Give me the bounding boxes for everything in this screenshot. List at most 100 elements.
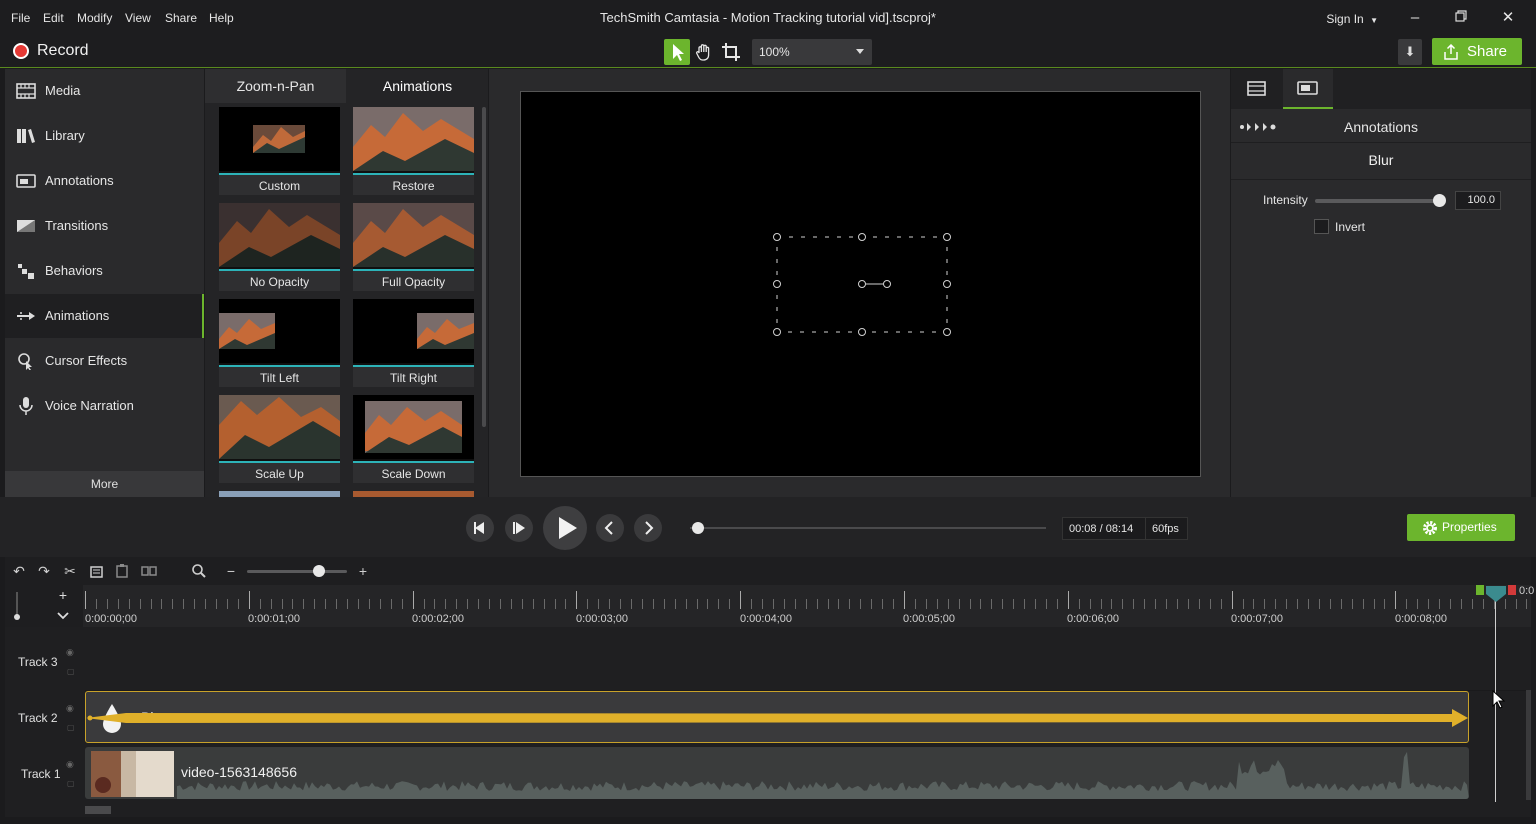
sidebar-item-transitions[interactable]: Transitions: [5, 204, 204, 248]
animation-arrow[interactable]: [86, 709, 1470, 727]
sign-in-label: Sign In: [1326, 12, 1364, 26]
split-button[interactable]: [140, 562, 158, 580]
blur-annotation-clip[interactable]: Blur: [85, 691, 1469, 743]
sidebar-item-annotations[interactable]: Annotations: [5, 159, 204, 203]
invert-checkbox[interactable]: [1314, 219, 1329, 234]
tab-animations[interactable]: Animations: [347, 69, 488, 103]
crop-tool-button[interactable]: [718, 39, 744, 65]
animation-thumb-restore[interactable]: Restore: [353, 107, 474, 195]
properties-button[interactable]: Properties: [1407, 514, 1515, 541]
pan-tool-button[interactable]: [691, 39, 717, 65]
sidebar-item-label: Library: [45, 128, 85, 143]
collapse-tracks-button[interactable]: [55, 607, 71, 623]
paste-button[interactable]: [114, 562, 132, 580]
track-header[interactable]: Track 3 ◉ ▢: [5, 627, 83, 691]
scrub-handle[interactable]: [692, 522, 704, 534]
next-marker-button[interactable]: [634, 514, 662, 542]
divider: [1145, 518, 1146, 539]
add-track-button[interactable]: +: [55, 587, 71, 603]
zoom-fit-button[interactable]: [190, 562, 208, 580]
timeline-zoom-slider[interactable]: [247, 570, 347, 573]
restore-button[interactable]: [1446, 8, 1476, 28]
zoom-out-button[interactable]: −: [222, 562, 240, 580]
intensity-slider[interactable]: [1315, 199, 1441, 203]
previous-marker-button[interactable]: [596, 514, 624, 542]
minimize-button[interactable]: –: [1400, 8, 1430, 28]
lock-icon[interactable]: ▢: [67, 779, 75, 788]
plus-icon: +: [358, 563, 368, 579]
step-back-button[interactable]: [466, 514, 494, 542]
time-display: 00:08 / 08:14 60fps: [1062, 517, 1188, 540]
sidebar-item-library[interactable]: Library: [5, 114, 204, 158]
crop-icon: [722, 43, 740, 61]
download-icon: ⬇: [1404, 44, 1416, 59]
zoom-in-button[interactable]: +: [354, 562, 372, 580]
redo-button[interactable]: ↷: [35, 562, 53, 580]
play-button[interactable]: [543, 506, 587, 550]
animation-thumb-scale-up[interactable]: Scale Up: [219, 395, 340, 483]
arrow-cursor-icon: [673, 44, 684, 61]
step-forward-button[interactable]: [505, 514, 533, 542]
ruler-tick-label-partial: 0:0: [1519, 585, 1535, 597]
window-title: TechSmith Camtasia - Motion Tracking tut…: [600, 10, 936, 25]
timeline-zoom-handle[interactable]: [313, 565, 325, 577]
eye-icon[interactable]: ◉: [66, 759, 74, 770]
lock-icon[interactable]: ▢: [67, 723, 75, 732]
thumbnail-image: [219, 203, 340, 267]
animation-thumb-tilt-right[interactable]: Tilt Right: [353, 299, 474, 387]
animation-thumb-scale-down[interactable]: Scale Down: [353, 395, 474, 483]
download-button[interactable]: ⬇: [1398, 39, 1422, 65]
ruler-tick-label: 0:00:06;00: [1067, 613, 1119, 625]
undo-button[interactable]: ↶: [10, 562, 28, 580]
canvas-area: [489, 69, 1230, 497]
selection-end-marker[interactable]: [1508, 585, 1516, 595]
lock-icon[interactable]: ▢: [67, 667, 75, 676]
animation-icon: [17, 312, 35, 320]
animation-thumb-no-opacity[interactable]: No Opacity: [219, 203, 340, 291]
blur-selection-box[interactable]: [521, 92, 1202, 478]
track-lane[interactable]: [85, 627, 1531, 691]
track-height-slider[interactable]: [13, 590, 21, 620]
divider: [1231, 179, 1531, 180]
eye-icon[interactable]: ◉: [66, 647, 74, 658]
close-button[interactable]: ✕: [1493, 8, 1523, 28]
sign-in-menu[interactable]: Sign In ▼: [1326, 12, 1378, 26]
sidebar-item-voice-narration[interactable]: Voice Narration: [5, 384, 204, 428]
copy-button[interactable]: [88, 562, 106, 580]
preview-canvas[interactable]: [520, 91, 1201, 477]
animation-thumb-full-opacity[interactable]: Full Opacity: [353, 203, 474, 291]
thumbnail-label: Custom: [219, 173, 340, 195]
selection-start-marker[interactable]: [1476, 585, 1484, 595]
tab-visual-properties[interactable]: [1231, 69, 1281, 109]
cut-button[interactable]: ✂: [61, 562, 79, 580]
animation-thumb-custom[interactable]: Custom: [219, 107, 340, 195]
sidebar-item-media[interactable]: Media: [5, 69, 204, 113]
scrub-bar[interactable]: [690, 527, 1046, 529]
timeline-ruler[interactable]: + 0:00:00;00 0:00:01;00 0:00:02;00 0:00:…: [5, 585, 1535, 627]
intensity-slider-handle[interactable]: [1433, 194, 1446, 207]
timeline-vertical-scrollbar[interactable]: [1526, 690, 1531, 800]
video-clip[interactable]: video-1563148656: [85, 747, 1469, 799]
select-tool-button[interactable]: [664, 39, 690, 65]
sidebar-item-behaviors[interactable]: Behaviors: [5, 249, 204, 293]
intensity-value-field[interactable]: 100.0: [1455, 191, 1501, 210]
animation-thumb-tilt-left[interactable]: Tilt Left: [219, 299, 340, 387]
share-button[interactable]: Share: [1432, 38, 1522, 65]
tab-zoom-n-pan[interactable]: Zoom-n-Pan: [205, 69, 346, 103]
more-button[interactable]: More: [5, 471, 204, 497]
track-header[interactable]: Track 1 ◉ ▢: [5, 747, 83, 805]
timeline-horizontal-scrollbar[interactable]: [85, 806, 111, 814]
restore-icon: [1455, 10, 1467, 22]
panel-scrollbar[interactable]: [482, 107, 486, 427]
record-button[interactable]: Record: [0, 36, 110, 68]
sidebar-item-cursor-effects[interactable]: Cursor Effects: [5, 339, 204, 383]
sidebar-item-animations[interactable]: Animations: [5, 294, 204, 338]
properties-subheader: Blur: [1368, 152, 1394, 168]
track-header[interactable]: Track 2 ◉ ▢: [5, 691, 83, 747]
eye-icon[interactable]: ◉: [66, 703, 74, 714]
tab-annotation-properties[interactable]: [1283, 69, 1333, 109]
playhead-handle[interactable]: [1486, 586, 1506, 602]
zoom-dropdown[interactable]: 100%: [752, 39, 872, 65]
ruler-tick-label: 0:00:00;00: [85, 613, 137, 625]
properties-tabbar: [1231, 69, 1531, 109]
